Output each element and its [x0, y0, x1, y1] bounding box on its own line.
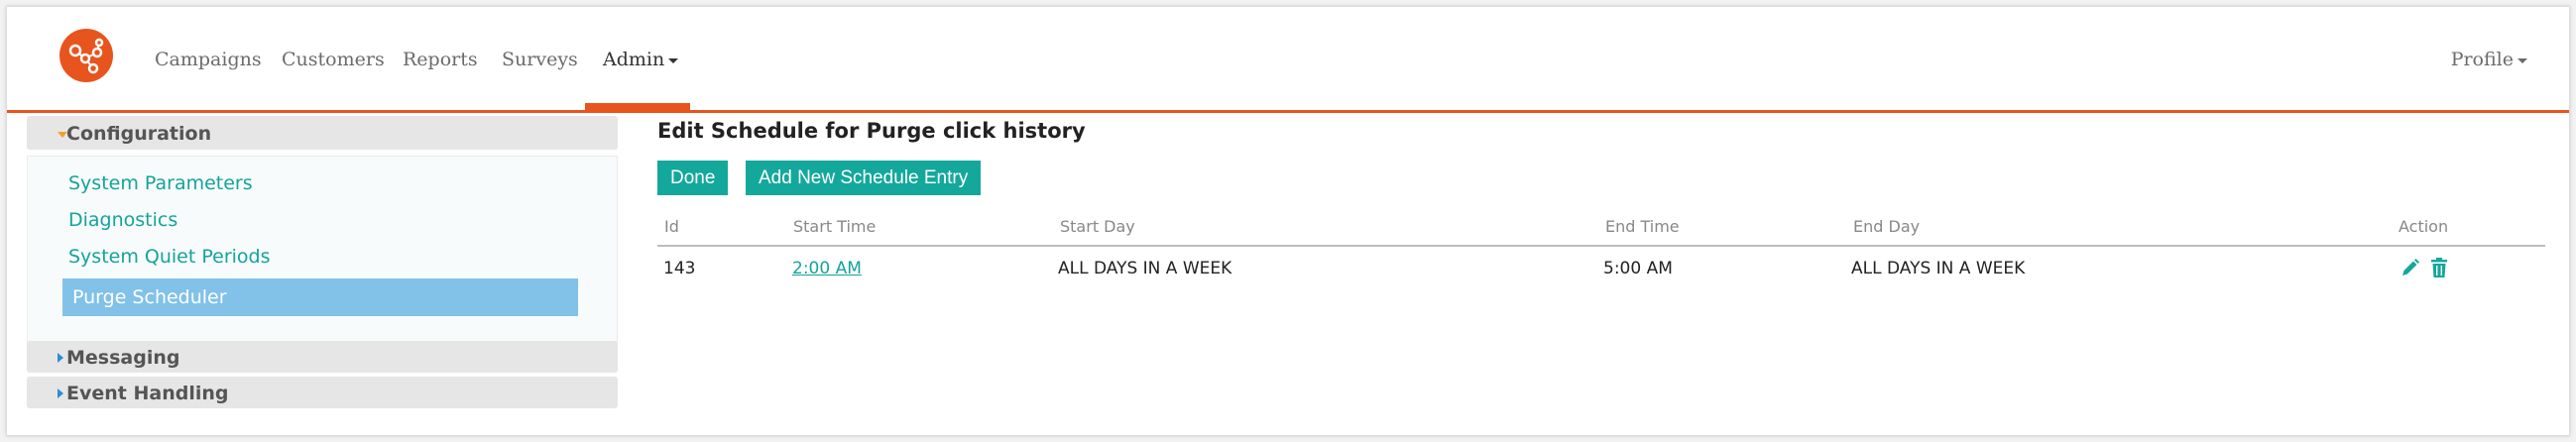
sidebar-section-configuration[interactable]: Configuration	[27, 116, 618, 150]
cell-id: 143	[663, 259, 696, 278]
logo-icon[interactable]	[59, 29, 113, 82]
add-schedule-entry-button[interactable]: Add New Schedule Entry	[746, 161, 982, 195]
caret-right-icon	[58, 353, 63, 363]
column-header-id: Id	[664, 217, 679, 236]
top-navbar: Campaigns Customers Reports Surveys Admi…	[7, 7, 2569, 113]
column-header-end-time: End Time	[1605, 217, 1680, 236]
nav-customers[interactable]: Customers	[282, 49, 385, 70]
nav-profile[interactable]: Profile	[2451, 49, 2527, 70]
sidebar-item-diagnostics[interactable]: Diagnostics	[68, 209, 177, 231]
cell-end-day: ALL DAYS IN A WEEK	[1851, 259, 2026, 278]
nav-admin[interactable]: Admin	[603, 49, 679, 70]
column-header-start-time: Start Time	[793, 217, 877, 236]
column-header-start-day: Start Day	[1060, 217, 1135, 236]
column-header-end-day: End Day	[1853, 217, 1921, 236]
sidebar-section-event-handling[interactable]: Event Handling	[27, 377, 618, 408]
pencil-icon[interactable]	[2400, 257, 2421, 282]
page-title: Edit Schedule for Purge click history	[657, 119, 1086, 143]
sidebar-section-title: Configuration	[66, 123, 212, 145]
caret-right-icon	[58, 388, 63, 398]
chevron-down-icon	[2517, 57, 2527, 63]
cell-start-day: ALL DAYS IN A WEEK	[1058, 259, 1232, 278]
chevron-down-icon	[668, 57, 679, 63]
nav-campaigns[interactable]: Campaigns	[155, 49, 262, 70]
cell-start-time-link[interactable]: 2:00 AM	[792, 259, 862, 278]
active-nav-indicator	[585, 103, 690, 110]
sidebar-item-purge-scheduler[interactable]: Purge Scheduler	[62, 278, 578, 316]
column-header-action: Action	[2399, 217, 2449, 236]
cell-end-time: 5:00 AM	[1603, 259, 1673, 278]
profile-label: Profile	[2450, 49, 2514, 70]
sidebar-section-title: Event Handling	[66, 383, 229, 404]
sidebar-section-title: Messaging	[66, 347, 180, 369]
nav-reports[interactable]: Reports	[403, 49, 478, 70]
app-window: Campaigns Customers Reports Surveys Admi…	[6, 6, 2570, 436]
nav-admin-label: Admin	[603, 49, 665, 70]
nav-surveys[interactable]: Surveys	[502, 49, 578, 70]
sidebar-item-system-parameters[interactable]: System Parameters	[68, 172, 253, 194]
done-button[interactable]: Done	[657, 161, 729, 195]
sidebar-item-system-quiet-periods[interactable]: System Quiet Periods	[68, 246, 271, 268]
trash-icon[interactable]	[2429, 257, 2449, 282]
table-header-divider	[657, 245, 2545, 247]
sidebar-section-messaging[interactable]: Messaging	[27, 341, 618, 373]
